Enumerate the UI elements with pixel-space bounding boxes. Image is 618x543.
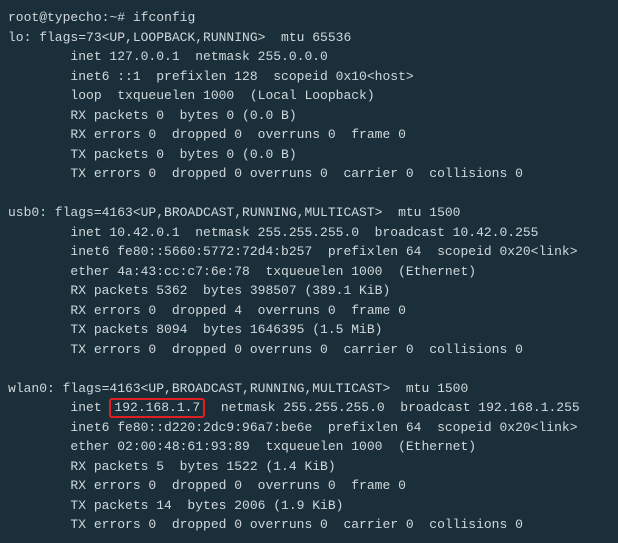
usb0-inet6: inet6 fe80::5660:5772:72d4:b257 prefixle… (8, 242, 610, 262)
wlan0-rx-errors: RX errors 0 dropped 0 overruns 0 frame 0 (8, 476, 610, 496)
wlan0-rx-packets: RX packets 5 bytes 1522 (1.4 KiB) (8, 457, 610, 477)
lo-tx-packets: TX packets 0 bytes 0 (0.0 B) (8, 145, 610, 165)
wlan0-tx-packets: TX packets 14 bytes 2006 (1.9 KiB) (8, 496, 610, 516)
prompt-user-host: root@typecho (8, 10, 102, 25)
wlan0-ether: ether 02:00:48:61:93:89 txqueuelen 1000 … (8, 437, 610, 457)
lo-header: lo: flags=73<UP,LOOPBACK,RUNNING> mtu 65… (8, 28, 610, 48)
wlan0-ip: 192.168.1.7 (114, 400, 200, 415)
blank-line-2 (8, 359, 610, 379)
usb0-ether: ether 4a:43:cc:c7:6e:78 txqueuelen 1000 … (8, 262, 610, 282)
lo-rx-packets: RX packets 0 bytes 0 (0.0 B) (8, 106, 610, 126)
wlan0-ip-highlight: 192.168.1.7 (109, 398, 205, 418)
prompt-path: ~# (109, 10, 125, 25)
usb0-tx-packets: TX packets 8094 bytes 1646395 (1.5 MiB) (8, 320, 610, 340)
wlan0-inet-line: inet 192.168.1.7 netmask 255.255.255.0 b… (8, 398, 610, 418)
wlan0-tx-errors: TX errors 0 dropped 0 overruns 0 carrier… (8, 515, 610, 535)
lo-inet6: inet6 ::1 prefixlen 128 scopeid 0x10<hos… (8, 67, 610, 87)
usb0-rx-packets: RX packets 5362 bytes 398507 (389.1 KiB) (8, 281, 610, 301)
usb0-inet: inet 10.42.0.1 netmask 255.255.255.0 bro… (8, 223, 610, 243)
terminal-output: root@typecho:~# ifconfiglo: flags=73<UP,… (8, 8, 610, 535)
wlan0-inet6: inet6 fe80::d220:2dc9:96a7:be6e prefixle… (8, 418, 610, 438)
blank-line-1 (8, 184, 610, 204)
lo-inet: inet 127.0.0.1 netmask 255.0.0.0 (8, 47, 610, 67)
wlan0-header: wlan0: flags=4163<UP,BROADCAST,RUNNING,M… (8, 379, 610, 399)
wlan0-inet-prefix: inet (8, 400, 109, 415)
lo-tx-errors: TX errors 0 dropped 0 overruns 0 carrier… (8, 164, 610, 184)
usb0-rx-errors: RX errors 0 dropped 4 overruns 0 frame 0 (8, 301, 610, 321)
lo-rx-errors: RX errors 0 dropped 0 overruns 0 frame 0 (8, 125, 610, 145)
command: ifconfig (133, 10, 195, 25)
usb0-header: usb0: flags=4163<UP,BROADCAST,RUNNING,MU… (8, 203, 610, 223)
prompt-line: root@typecho:~# ifconfig (8, 8, 610, 28)
usb0-tx-errors: TX errors 0 dropped 0 overruns 0 carrier… (8, 340, 610, 360)
lo-loop: loop txqueuelen 1000 (Local Loopback) (8, 86, 610, 106)
wlan0-inet-suffix: netmask 255.255.255.0 broadcast 192.168.… (205, 400, 579, 415)
